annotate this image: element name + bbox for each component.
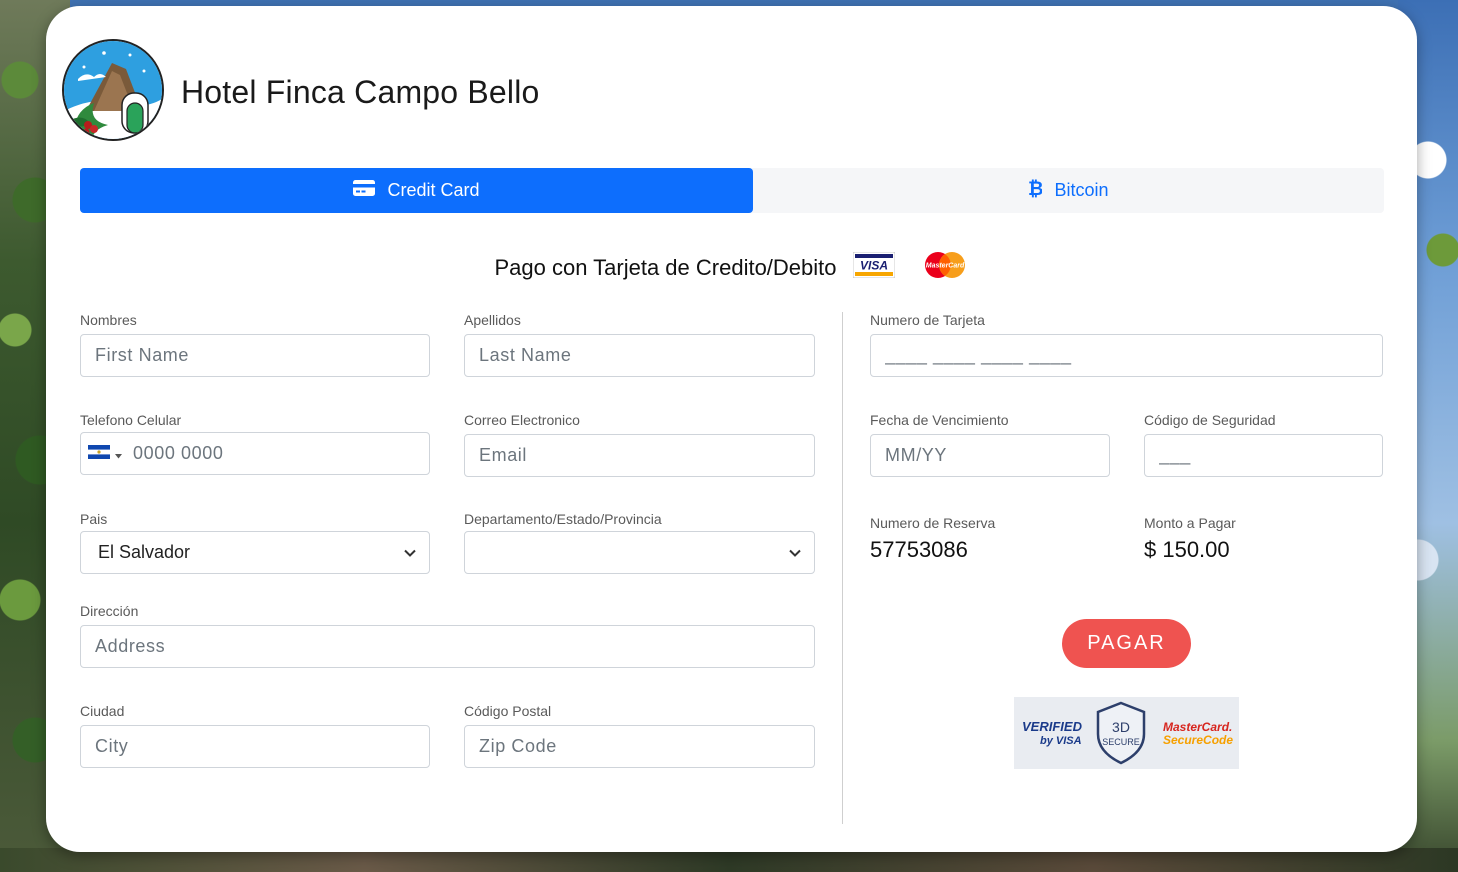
zip-code-input[interactable]	[464, 725, 815, 768]
payment-card: Hotel Finca Campo Bello Credit Card ₿ Bi…	[46, 6, 1417, 852]
phone-field	[80, 432, 430, 475]
correo-label: Correo Electronico	[464, 412, 580, 428]
mastercard-securecode-badge: MasterCard. SecureCode.	[1163, 720, 1233, 747]
amount-value: $ 150.00	[1144, 537, 1230, 562]
visa-text: VISA	[860, 259, 888, 273]
departamento-label: Departamento/Estado/Provincia	[464, 511, 662, 527]
ciudad-label: Ciudad	[80, 703, 125, 719]
3d-secure-shield-icon: 3D SECURE	[1097, 701, 1146, 765]
bitcoin-icon: ₿	[1028, 178, 1043, 203]
secure-badges: VERIFIED by VISA 3D SECURE MasterCard. S…	[1014, 697, 1239, 769]
verified-by-visa-badge: VERIFIED by VISA	[1022, 719, 1082, 747]
mc-line-1: MasterCard.	[1163, 720, 1232, 734]
mc-line-2: SecureCode.	[1163, 733, 1233, 747]
address-input[interactable]	[80, 625, 815, 668]
credit-card-icon	[353, 180, 376, 201]
verified-line-2: by VISA	[1040, 735, 1082, 747]
country-select[interactable]: El Salvador	[80, 531, 430, 574]
security-code-label: Código de Seguridad	[1144, 412, 1276, 428]
city-input[interactable]	[80, 725, 430, 768]
pais-label: Pais	[80, 511, 108, 527]
card-number-input[interactable]	[870, 334, 1383, 377]
phone-input[interactable]	[129, 434, 417, 473]
reservation-number-value: 57753086	[870, 537, 968, 562]
country-select-value: El Salvador	[98, 542, 191, 562]
postal-label: Código Postal	[464, 703, 552, 719]
country-code-selector[interactable]	[81, 433, 129, 474]
payment-section-header: Pago con Tarjeta de Credito/Debito VISA …	[46, 250, 1417, 286]
telefono-label: Telefono Celular	[80, 412, 182, 428]
visa-logo: VISA	[852, 251, 896, 284]
direccion-label: Dirección	[80, 603, 139, 619]
nombres-label: Nombres	[80, 312, 137, 328]
apellidos-label: Apellidos	[464, 312, 521, 328]
first-name-input[interactable]	[80, 334, 430, 377]
tab-bitcoin-label: Bitcoin	[1054, 180, 1109, 200]
payment-title: Pago con Tarjeta de Credito/Debito	[494, 255, 837, 280]
tab-credit-card[interactable]: Credit Card	[80, 168, 753, 213]
last-name-input[interactable]	[464, 334, 815, 377]
caret-down-icon	[115, 443, 122, 464]
email-input[interactable]	[464, 434, 815, 477]
reservation-number-label: Numero de Reserva	[870, 515, 996, 531]
expiry-label: Fecha de Vencimiento	[870, 412, 1009, 428]
mastercard-logo: MasterCard	[921, 250, 969, 286]
mastercard-text: MasterCard	[925, 263, 964, 270]
3d-line-1: 3D	[1113, 719, 1131, 735]
security-code-input[interactable]	[1144, 434, 1383, 477]
tab-bitcoin[interactable]: ₿ Bitcoin	[753, 168, 1384, 213]
column-divider	[842, 312, 843, 824]
tab-credit-card-label: Credit Card	[387, 180, 480, 200]
verified-line-1: VERIFIED	[1022, 719, 1082, 734]
card-number-label: Numero de Tarjeta	[870, 312, 985, 328]
state-select[interactable]	[464, 531, 815, 574]
3d-line-2: SECURE	[1103, 737, 1141, 747]
svg-text:₿: ₿	[1028, 178, 1042, 198]
payment-method-tabs: Credit Card ₿ Bitcoin	[80, 168, 1384, 213]
pay-button[interactable]: PAGAR	[1062, 619, 1191, 668]
chevron-down-icon	[404, 549, 416, 557]
hotel-logo	[62, 39, 164, 141]
amount-label: Monto a Pagar	[1144, 515, 1236, 531]
hotel-name: Hotel Finca Campo Bello	[181, 74, 540, 110]
el-salvador-flag-icon	[88, 443, 110, 464]
expiry-input[interactable]	[870, 434, 1110, 477]
chevron-down-icon	[789, 549, 801, 557]
